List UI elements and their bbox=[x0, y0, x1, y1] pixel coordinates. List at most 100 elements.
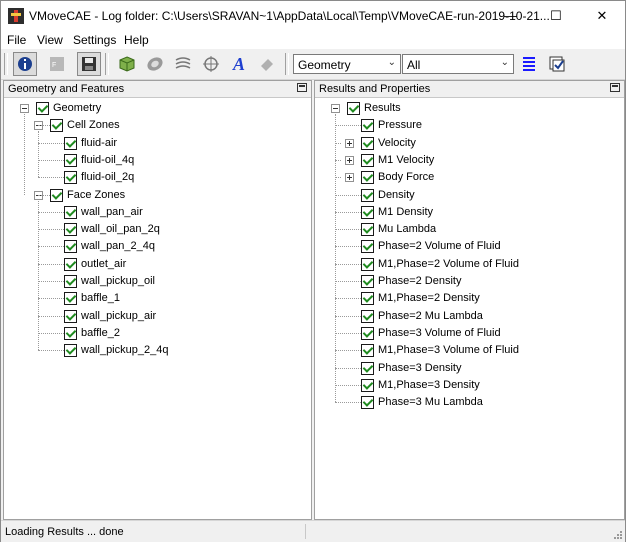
menu-view[interactable]: View bbox=[37, 33, 63, 47]
model-view-button[interactable] bbox=[115, 52, 139, 76]
checkbox[interactable] bbox=[361, 378, 374, 392]
checkbox[interactable] bbox=[361, 292, 374, 306]
checkbox[interactable] bbox=[64, 309, 77, 323]
checkbox[interactable] bbox=[64, 136, 77, 150]
tree-connector bbox=[335, 332, 361, 334]
geometry-select[interactable]: Geometry ⌄ bbox=[293, 54, 401, 74]
checkbox[interactable] bbox=[361, 396, 374, 410]
tree-item-label: fluid-oil_2q bbox=[81, 171, 135, 184]
tree-connector bbox=[335, 114, 336, 403]
checkbox[interactable] bbox=[64, 153, 77, 167]
cube-icon bbox=[119, 56, 135, 72]
expand-icon[interactable] bbox=[345, 173, 354, 183]
minimize-button[interactable]: — bbox=[487, 1, 533, 31]
maximize-button[interactable]: ☐ bbox=[533, 1, 579, 31]
checkbox[interactable] bbox=[361, 205, 374, 219]
checkbox[interactable] bbox=[64, 171, 77, 185]
tree-connector bbox=[38, 177, 64, 179]
resize-grip-icon[interactable] bbox=[613, 530, 623, 540]
tree-item-label: M1,Phase=3 Volume of Fluid bbox=[378, 344, 519, 357]
checkbox[interactable] bbox=[361, 361, 374, 375]
tree-item-label: outlet_air bbox=[81, 257, 127, 270]
title-bar[interactable]: VMoveCAE - Log folder: C:\Users\SRAVAN~1… bbox=[1, 1, 625, 31]
geometry-features-panel: Geometry and Features Geometry Cell Zones… bbox=[3, 80, 312, 520]
checkbox[interactable] bbox=[361, 257, 374, 271]
panel-restore-button[interactable] bbox=[297, 83, 307, 92]
checkbox[interactable] bbox=[361, 275, 374, 288]
tree-item-label: wall_pan_air bbox=[81, 205, 143, 218]
checkbox[interactable] bbox=[50, 119, 63, 133]
checklist-icon bbox=[549, 56, 565, 72]
menu-file[interactable]: File bbox=[7, 33, 26, 47]
tree-item-label: M1 Velocity bbox=[378, 153, 435, 166]
panel-restore-button[interactable] bbox=[610, 83, 620, 92]
tree-connector bbox=[335, 229, 361, 231]
save-button[interactable] bbox=[77, 52, 101, 76]
tree-item-label: baffle_2 bbox=[81, 326, 120, 339]
tree-item-label: Phase=2 Mu Lambda bbox=[378, 309, 483, 322]
checkbox[interactable] bbox=[361, 188, 374, 202]
panel-title: Geometry and Features bbox=[8, 83, 125, 95]
checkbox[interactable] bbox=[361, 223, 374, 237]
tree-item-label: Phase=3 Density bbox=[378, 361, 462, 374]
expand-icon[interactable] bbox=[345, 138, 354, 148]
chevron-down-icon: ⌄ bbox=[500, 57, 509, 68]
tree-item-label: Phase=3 Volume of Fluid bbox=[378, 326, 501, 339]
menu-bar: File View Settings Help bbox=[1, 31, 625, 49]
close-button[interactable]: ✕ bbox=[579, 1, 625, 31]
checkbox[interactable] bbox=[361, 344, 374, 358]
checkbox[interactable] bbox=[64, 344, 77, 358]
checkbox[interactable] bbox=[36, 102, 49, 115]
tree-item-label: M1,Phase=2 Volume of Fluid bbox=[378, 257, 519, 270]
checkbox[interactable] bbox=[361, 136, 374, 150]
tree-item-label: Body Force bbox=[378, 171, 435, 184]
tree-connector bbox=[335, 402, 361, 404]
filter-tool-button[interactable]: F bbox=[45, 52, 69, 76]
checkbox[interactable] bbox=[64, 292, 77, 306]
collapse-icon[interactable] bbox=[20, 104, 29, 113]
checkbox[interactable] bbox=[361, 309, 374, 323]
status-text: Loading Results ... done bbox=[5, 526, 124, 538]
filter-select[interactable]: All ⌄ bbox=[402, 54, 514, 74]
text-tool-button[interactable]: A bbox=[227, 52, 251, 76]
checkbox[interactable] bbox=[347, 102, 360, 115]
tree-connector bbox=[38, 229, 64, 231]
streamline-tool-button[interactable] bbox=[171, 52, 195, 76]
checkbox[interactable] bbox=[64, 275, 77, 288]
checkbox[interactable] bbox=[64, 257, 77, 271]
tree-connector bbox=[38, 246, 64, 248]
checkbox[interactable] bbox=[361, 153, 374, 167]
probe-tool-button[interactable] bbox=[199, 52, 223, 76]
tree-connector bbox=[38, 211, 64, 213]
tree-item-label: wall_pickup_air bbox=[81, 309, 157, 322]
menu-settings[interactable]: Settings bbox=[73, 33, 116, 47]
toolbar-separator-2 bbox=[285, 53, 289, 75]
menu-help[interactable]: Help bbox=[124, 33, 149, 47]
tree-connector bbox=[38, 263, 64, 265]
check-all-button[interactable] bbox=[545, 52, 569, 76]
info-tool-button[interactable] bbox=[13, 52, 37, 76]
list-view-button[interactable] bbox=[517, 52, 541, 76]
section-tool-button[interactable] bbox=[143, 52, 167, 76]
checkbox[interactable] bbox=[64, 240, 77, 254]
tree-connector bbox=[38, 350, 64, 352]
checkbox[interactable] bbox=[361, 171, 374, 185]
eraser-tool-button[interactable] bbox=[255, 52, 279, 76]
section-icon bbox=[147, 57, 163, 71]
checkbox[interactable] bbox=[361, 240, 374, 254]
checkbox[interactable] bbox=[361, 119, 374, 133]
collapse-icon[interactable] bbox=[331, 104, 340, 113]
svg-text:F: F bbox=[52, 62, 56, 69]
checkbox[interactable] bbox=[64, 223, 77, 237]
checkbox[interactable] bbox=[361, 326, 374, 340]
checkbox[interactable] bbox=[64, 205, 77, 219]
window-title: VMoveCAE - Log folder: C:\Users\SRAVAN~1… bbox=[29, 9, 550, 23]
tree-item-label: Mu Lambda bbox=[378, 223, 437, 236]
tree-connector bbox=[335, 350, 361, 352]
status-divider bbox=[305, 524, 306, 539]
tree-connector bbox=[335, 246, 361, 248]
checkbox[interactable] bbox=[50, 188, 63, 202]
checkbox[interactable] bbox=[64, 326, 77, 340]
results-properties-panel: Results and Properties Results Pressure Ve… bbox=[314, 80, 625, 520]
expand-icon[interactable] bbox=[345, 155, 354, 165]
